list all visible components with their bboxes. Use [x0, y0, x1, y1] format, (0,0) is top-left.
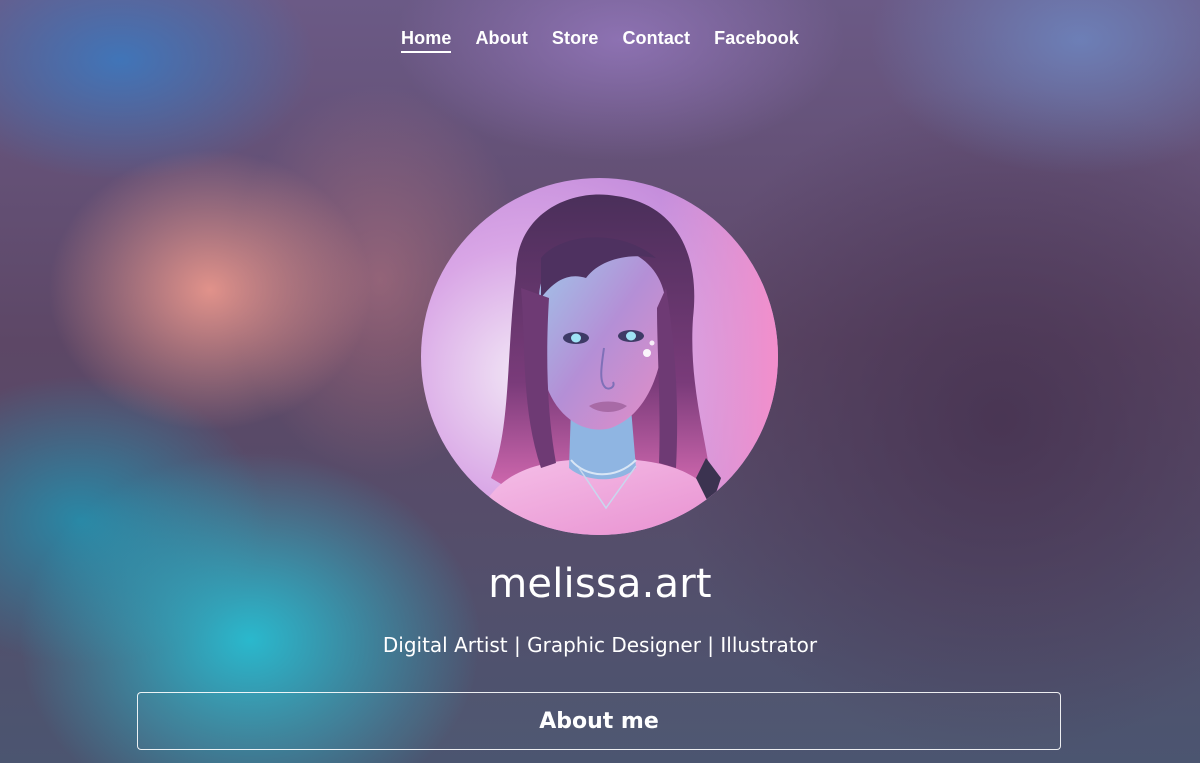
avatar — [421, 178, 778, 535]
nav-home[interactable]: Home — [401, 28, 452, 53]
profile-photo-icon — [421, 178, 778, 535]
nav-about[interactable]: About — [475, 28, 527, 53]
profile-name: melissa.art — [488, 561, 712, 607]
profile-tagline: Digital Artist | Graphic Designer | Illu… — [382, 633, 818, 657]
top-navigation: Home About Store Contact Facebook — [0, 28, 1200, 53]
about-me-button[interactable]: About me — [137, 692, 1061, 750]
nav-contact[interactable]: Contact — [622, 28, 690, 53]
nav-facebook[interactable]: Facebook — [714, 28, 799, 53]
nav-store[interactable]: Store — [552, 28, 599, 53]
